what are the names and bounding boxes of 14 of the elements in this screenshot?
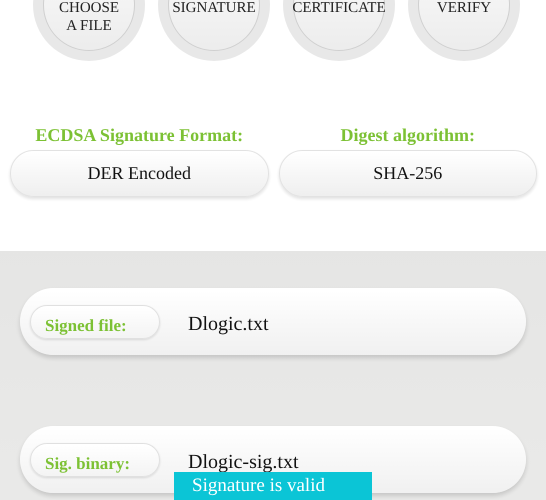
- file-name: Dlogic-sig.txt: [188, 450, 299, 474]
- setting-dropdown[interactable]: SHA-256: [278, 150, 537, 197]
- setting-label: Digest algorithm:: [340, 124, 475, 146]
- action-button[interactable]: VERIFY: [418, 0, 510, 51]
- file-label: Signed file:: [30, 304, 160, 338]
- action-button[interactable]: CERTIFICATE: [293, 0, 385, 51]
- toast-message: Signature is valid: [174, 472, 372, 500]
- file-name: Dlogic.txt: [188, 312, 269, 336]
- action-button[interactable]: SIGNATURE: [168, 0, 260, 51]
- file-card[interactable]: Signed file: Dlogic.txt: [20, 288, 526, 355]
- setting-label: ECDSA Signature Format:: [35, 124, 244, 146]
- setting-dropdown[interactable]: DER Encoded: [10, 150, 268, 197]
- action-button[interactable]: CHOOSE A FILE: [43, 0, 135, 51]
- file-label: Sig. binary:: [30, 442, 160, 476]
